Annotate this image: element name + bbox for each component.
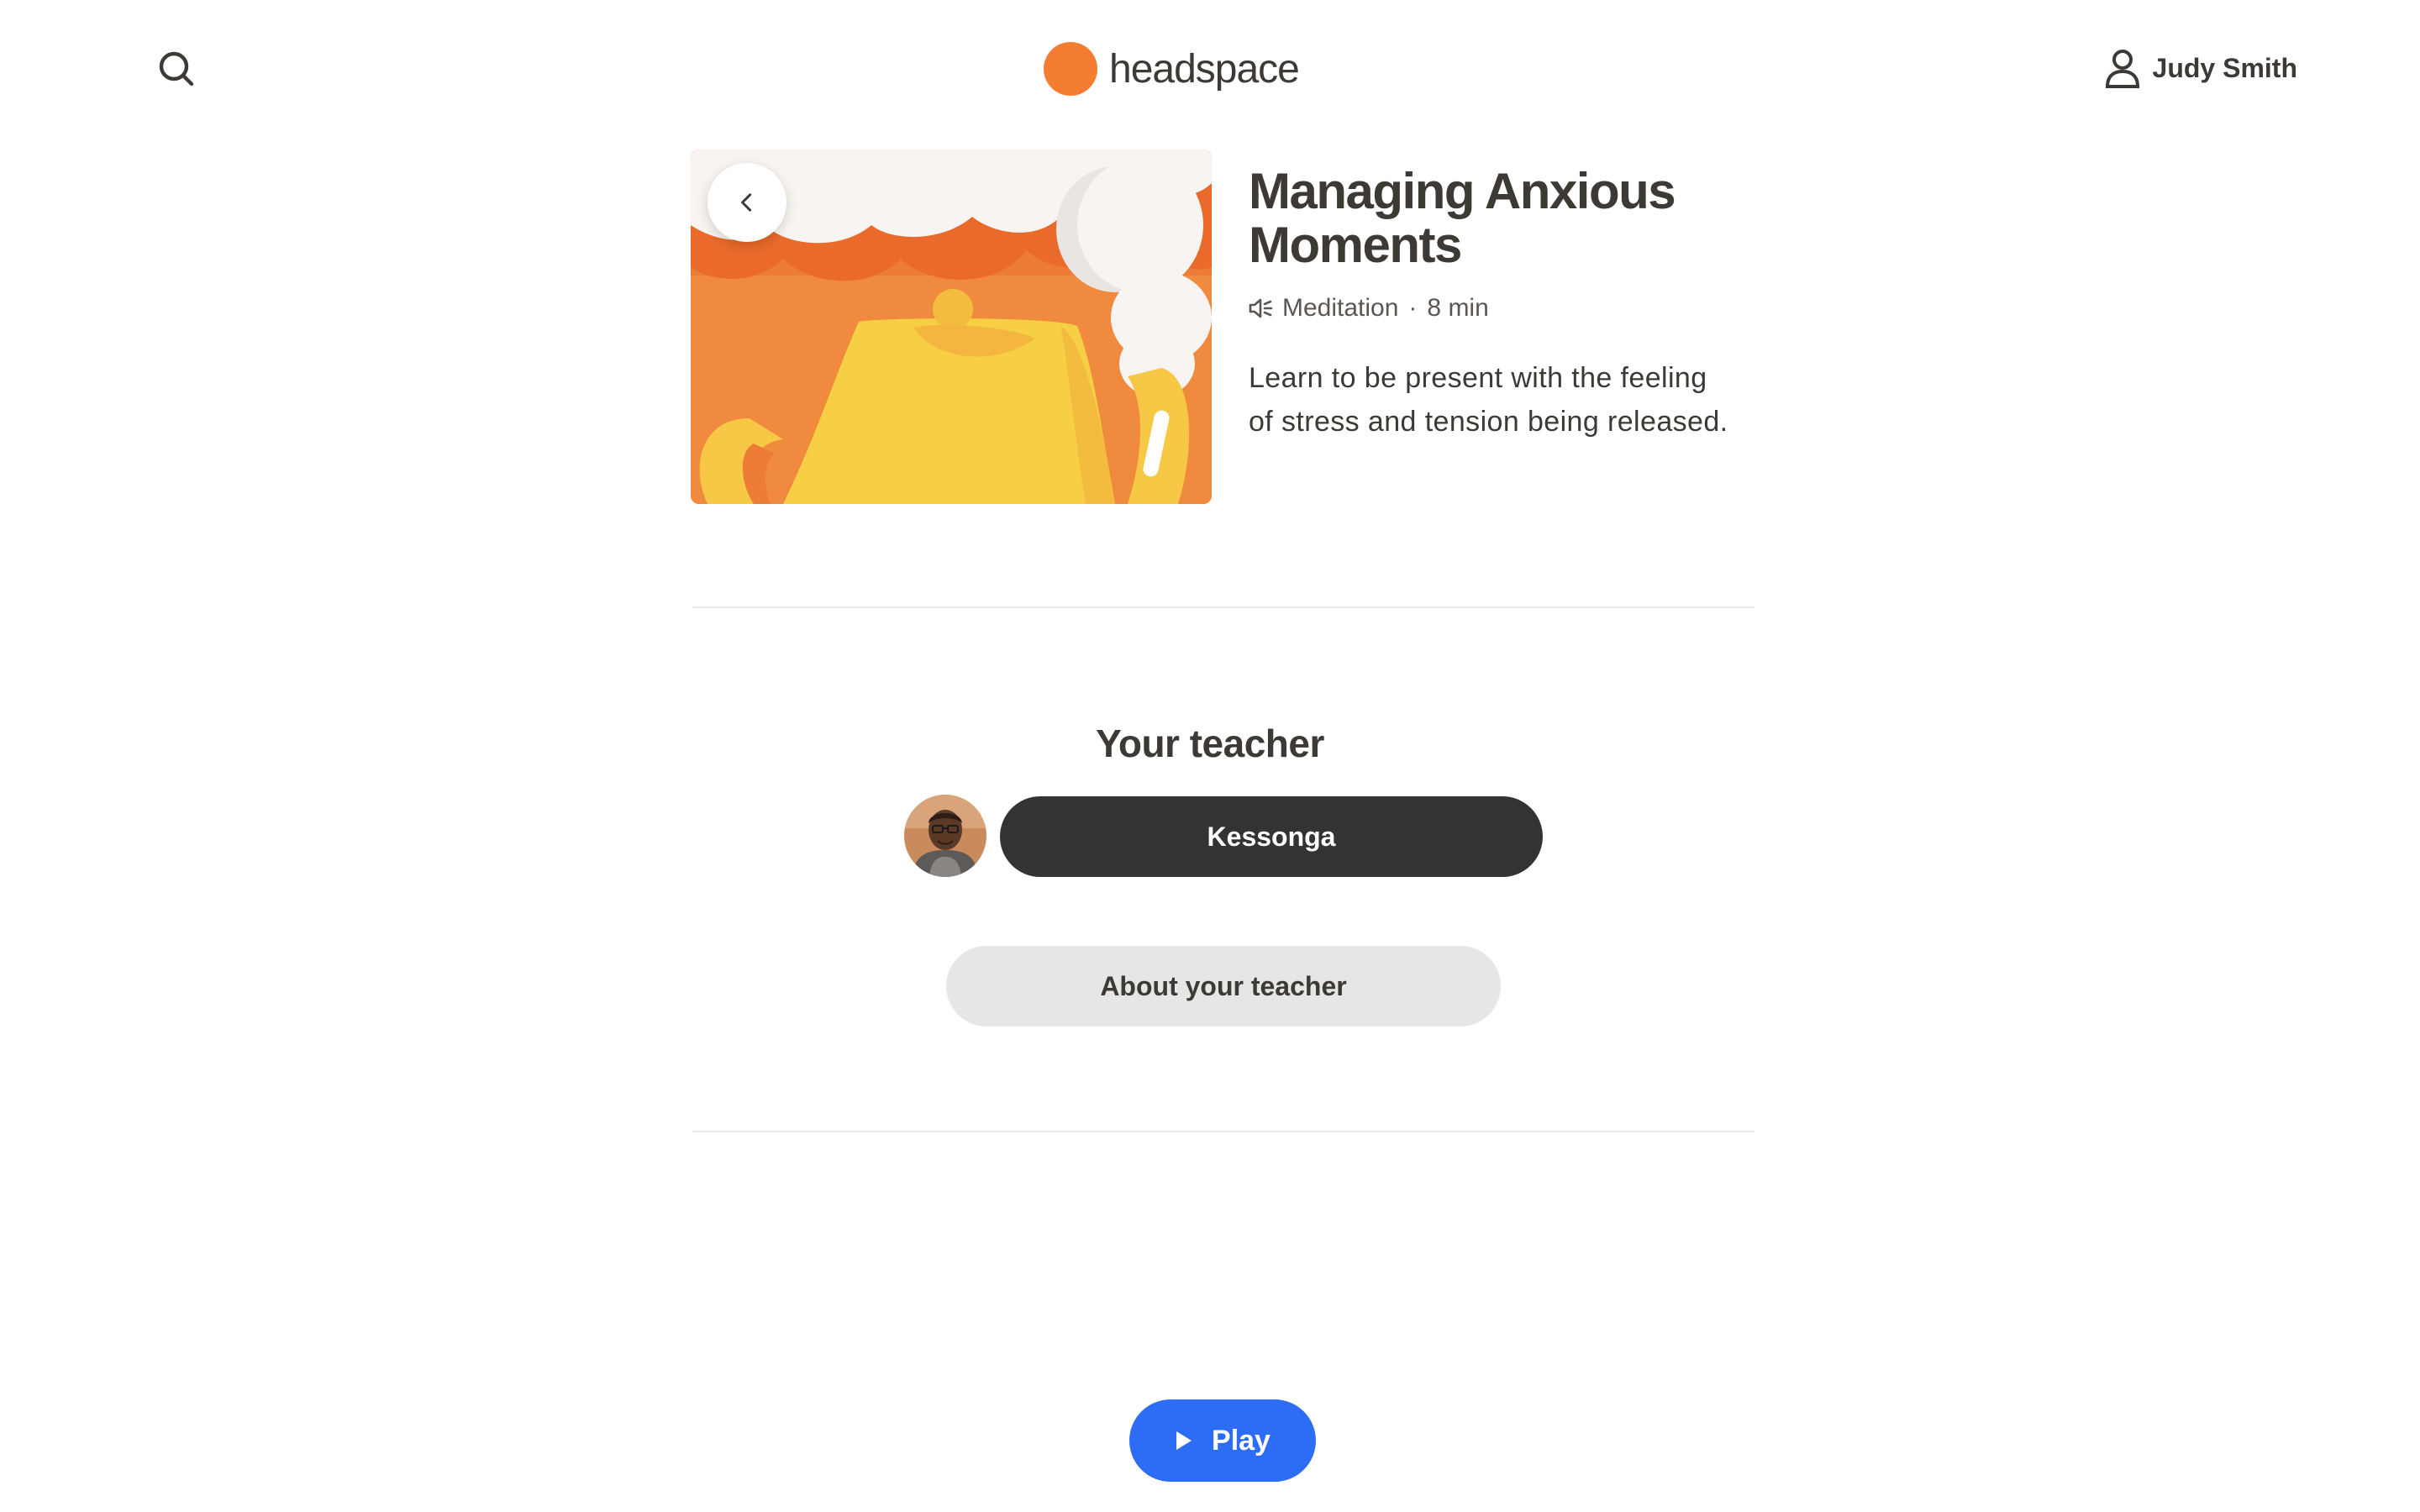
teacher-avatar[interactable] [904, 795, 986, 877]
divider-top [692, 606, 1754, 608]
play-label: Play [1212, 1424, 1270, 1457]
user-menu[interactable]: Judy Smith [2104, 44, 2297, 92]
back-button[interactable] [708, 163, 786, 242]
teacher-heading: Your teacher [1096, 722, 1324, 765]
chevron-left-icon [741, 193, 752, 212]
about-teacher-label: About your teacher [1100, 970, 1347, 1001]
speaker-icon [1249, 298, 1273, 318]
logo-mark [1044, 42, 1097, 96]
user-icon [2105, 50, 2139, 88]
search-button[interactable] [153, 45, 200, 92]
play-icon [1175, 1430, 1193, 1452]
divider-bottom [692, 1131, 1754, 1132]
search-icon [159, 51, 194, 87]
user-name: Judy Smith [2152, 52, 2297, 83]
meta-separator: · [1408, 294, 1418, 322]
session-duration: 8 min [1427, 294, 1489, 322]
headspace-logo[interactable]: headspace [1044, 40, 1300, 97]
logo-text: headspace [1109, 46, 1300, 92]
session-meta: Meditation · 8 min [1249, 294, 1489, 323]
teacher-name: Kessonga [1207, 821, 1336, 852]
session-description: Learn to be present with the feeling of … [1249, 362, 1728, 438]
session-title: Managing Anxious Moments [1249, 163, 1676, 273]
play-button[interactable]: Play [1129, 1399, 1316, 1482]
session-page: headspace Judy Smith Managing Anxious Mo… [0, 0, 2420, 1512]
session-type: Meditation [1282, 294, 1399, 322]
teacher-name-button[interactable]: Kessonga [1000, 796, 1543, 877]
about-teacher-button[interactable]: About your teacher [946, 946, 1501, 1026]
